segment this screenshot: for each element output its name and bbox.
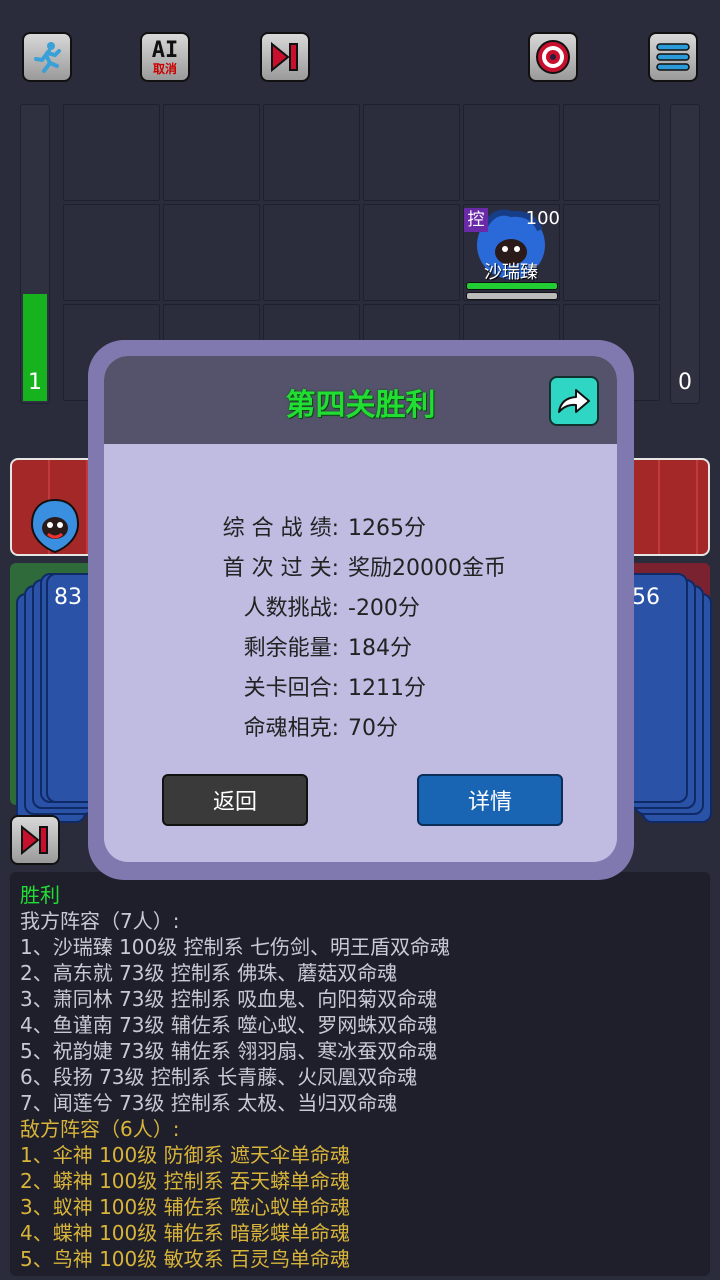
- log-line: 2、蟒神 100级 控制系 吞天蟒单命魂: [20, 1169, 350, 1193]
- unit-type-badge: 控: [464, 208, 488, 232]
- grid-cell[interactable]: [363, 204, 460, 301]
- menu-button[interactable]: [648, 32, 698, 82]
- log-line: 5、鸟神 100级 敏攻系 百灵鸟单命魂: [20, 1247, 350, 1271]
- log-line: 6、段扬 73级 控制系 长青藤、火凤凰双命魂: [20, 1065, 418, 1089]
- grid-cell[interactable]: [63, 204, 160, 301]
- victory-modal: 第四关胜利 综 合 战 绩: 1265分首 次 过 关: 奖励20000金币 人数挑战…: [104, 356, 617, 862]
- stat-row: 剩余能量: 184分: [104, 630, 617, 670]
- player-avatar: [30, 498, 80, 554]
- unit-energy-bar: [466, 292, 558, 300]
- back-button[interactable]: 返回: [162, 774, 308, 826]
- target-button[interactable]: [528, 32, 578, 82]
- ai-cancel-label: 取消: [152, 61, 177, 76]
- log-line: 4、蝶神 100级 辅佐系 暗影蝶单命魂: [20, 1221, 350, 1245]
- log-line: 1、沙瑞臻 100级 控制系 七伤剑、明王盾双命魂: [20, 935, 450, 959]
- grid-cell[interactable]: [563, 204, 660, 301]
- ai-cancel-button[interactable]: AI 取消: [140, 32, 190, 82]
- stat-label: 综 合 战 绩:: [222, 516, 339, 541]
- log-line: 3、蚁神 100级 辅佐系 噬心蚁单命魂: [20, 1195, 350, 1219]
- grid-cell[interactable]: [363, 104, 460, 201]
- log-line: 2、高东就 73级 控制系 佛珠、蘑菇双命魂: [20, 961, 398, 985]
- grid-cell[interactable]: [463, 104, 560, 201]
- skip-icon: [271, 41, 298, 73]
- log-line: 3、萧同林 73级 控制系 吸血鬼、向阳菊双命魂: [20, 987, 438, 1011]
- grid-cell[interactable]: [263, 204, 360, 301]
- log-line: 1、伞神 100级 防御系 遮天伞单命魂: [20, 1143, 350, 1167]
- right-energy-value: 0: [678, 370, 692, 395]
- stat-value: 70分: [348, 716, 398, 741]
- left-energy-value: 1: [28, 370, 42, 395]
- grid-cell[interactable]: [163, 104, 260, 201]
- stat-label: 人数挑战:: [243, 596, 339, 621]
- share-arrow-icon: [558, 389, 590, 413]
- left-energy-bar: 1: [20, 104, 50, 404]
- skip-icon: [21, 824, 48, 856]
- left-deck-area: 83: [10, 563, 110, 823]
- modal-header: 第四关胜利: [104, 356, 617, 444]
- stat-label: 首 次 过 关:: [222, 556, 339, 581]
- grid-cell[interactable]: [563, 104, 660, 201]
- ai-label: AI: [151, 37, 179, 63]
- enemy-lineup-header: 敌方阵容（6人）:: [20, 1117, 180, 1141]
- left-deck-count: 83: [54, 585, 82, 610]
- stat-row: 综 合 战 绩: 1265分: [104, 510, 617, 550]
- log-line: 5、祝韵婕 73级 辅佐系 翎羽扇、寒冰蚕双命魂: [20, 1039, 438, 1063]
- log-result: 胜利: [20, 883, 60, 907]
- right-deck-area: 56: [618, 563, 712, 823]
- stat-row: 命魂相克: 70分: [104, 710, 617, 750]
- skip-turn-button[interactable]: [10, 815, 60, 865]
- right-energy-bar: 0: [670, 104, 700, 404]
- share-button[interactable]: [549, 376, 599, 426]
- stat-value: 184分: [348, 636, 412, 661]
- run-away-button[interactable]: [22, 32, 72, 82]
- hamburger-menu-icon: [656, 43, 690, 71]
- stat-row: 人数挑战: -200分: [104, 590, 617, 630]
- stat-row: 关卡回合: 1211分: [104, 670, 617, 710]
- right-deck-count: 56: [632, 585, 660, 610]
- stat-label: 命魂相克:: [243, 716, 339, 741]
- stat-value: 1265分: [348, 516, 426, 541]
- our-lineup-header: 我方阵容（7人）:: [20, 909, 180, 933]
- log-line: 4、鱼谨南 73级 辅佐系 噬心蚁、罗网蛛双命魂: [20, 1013, 438, 1037]
- skip-button[interactable]: [260, 32, 310, 82]
- stat-value: 奖励20000金币: [348, 556, 506, 581]
- unit-hp: 100: [525, 208, 560, 229]
- stat-value: 1211分: [348, 676, 426, 701]
- grid-cell[interactable]: [263, 104, 360, 201]
- running-man-icon: [34, 42, 61, 73]
- unit-token[interactable]: 控 100 沙瑞臻: [462, 204, 560, 302]
- grid-cell[interactable]: [63, 104, 160, 201]
- grid-cell[interactable]: [163, 204, 260, 301]
- battle-log[interactable]: 胜利 我方阵容（7人）: 1、沙瑞臻 100级 控制系 七伤剑、明王盾双命魂 2、…: [10, 872, 710, 1276]
- stat-row: 首 次 过 关: 奖励20000金币: [104, 550, 617, 590]
- stat-value: -200分: [348, 596, 420, 621]
- modal-title: 第四关胜利: [285, 388, 436, 423]
- detail-button[interactable]: 详情: [417, 774, 563, 826]
- target-icon: [536, 40, 570, 74]
- stat-label: 剩余能量:: [243, 636, 339, 661]
- log-line: 7、闻莲兮 73级 控制系 太极、当归双命魂: [20, 1091, 398, 1115]
- unit-name: 沙瑞臻: [484, 262, 538, 283]
- stat-label: 关卡回合:: [243, 676, 339, 701]
- unit-health-bar: [466, 282, 558, 290]
